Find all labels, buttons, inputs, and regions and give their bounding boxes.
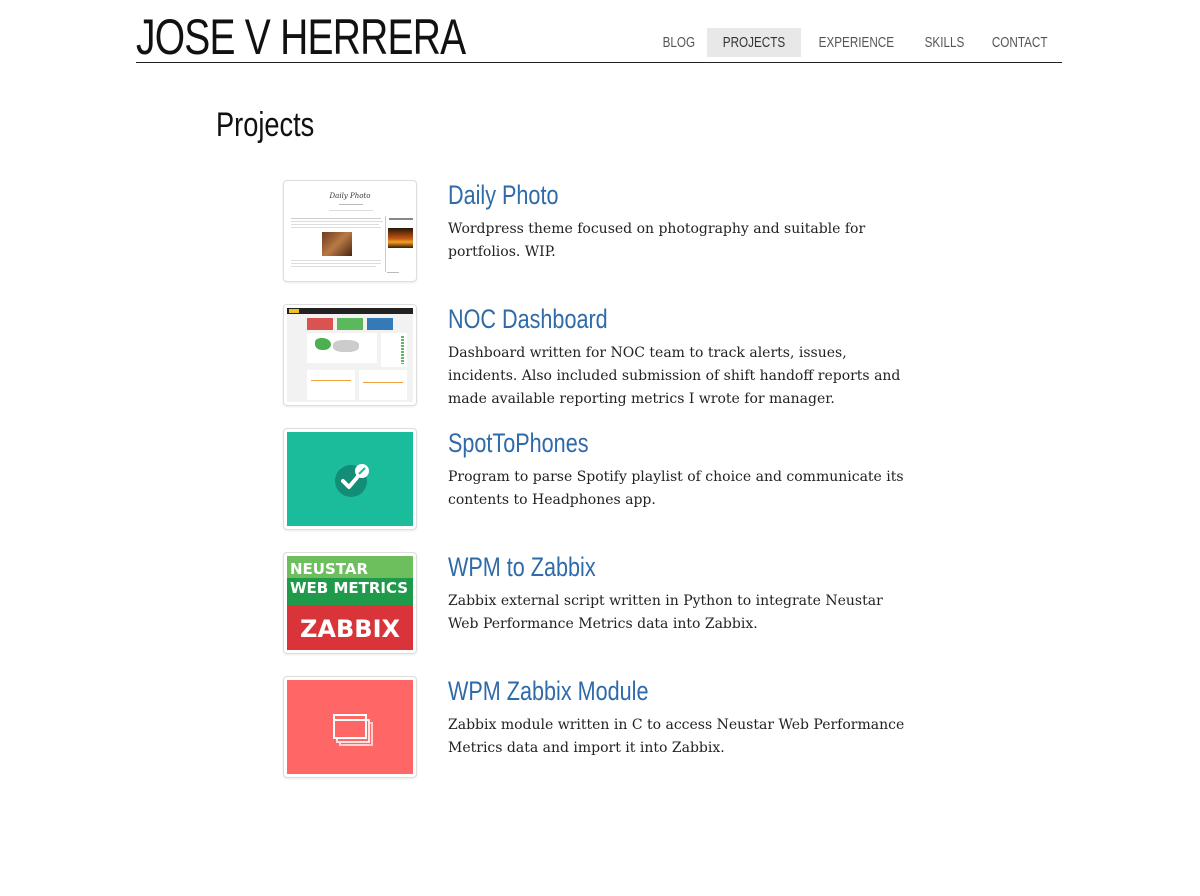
windows-stack-icon	[333, 714, 373, 746]
nav-blog[interactable]: BLOG	[651, 28, 707, 57]
project-title[interactable]: WPM to Zabbix	[448, 552, 596, 583]
project-title[interactable]: NOC Dashboard	[448, 304, 608, 335]
site-title[interactable]: JOSE V HERRERA	[136, 10, 466, 64]
site-header: JOSE V HERRERA BLOG PROJECTS EXPERIENCE …	[136, 0, 1062, 64]
project-wpm-zabbix-module: WPM Zabbix Module Zabbix module written …	[283, 676, 923, 782]
nav-contact[interactable]: CONTACT	[977, 28, 1062, 57]
photo-sunset	[388, 228, 413, 248]
project-description: Program to parse Spotify playlist of cho…	[448, 469, 904, 508]
nav-experience[interactable]: EXPERIENCE	[801, 28, 912, 57]
project-description: Dashboard written for NOC team to track …	[448, 345, 901, 407]
project-thumbnail[interactable]	[283, 428, 417, 530]
project-thumbnail[interactable]: NEUSTAR WEB METRICS ZABBIX	[283, 552, 417, 654]
page-title: Projects	[216, 106, 315, 144]
check-edit-icon	[335, 464, 369, 497]
thumbnail-heading: Daily Photo	[329, 192, 371, 200]
neustar-zabbix-logo: NEUSTAR WEB METRICS ZABBIX	[287, 556, 413, 650]
project-description: Wordpress theme focused on photography a…	[448, 221, 866, 260]
photo-bread	[322, 232, 352, 256]
project-description: Zabbix external script written in Python…	[448, 593, 883, 632]
project-noc-dashboard: NOC Dashboard Dashboard written for NOC …	[283, 304, 923, 410]
thumbnail-background	[287, 432, 413, 526]
project-description: Zabbix module written in C to access Neu…	[448, 717, 905, 756]
logo-line-neustar: NEUSTAR	[290, 560, 369, 578]
nav-projects[interactable]: PROJECTS	[707, 28, 802, 57]
project-wpm-to-zabbix: NEUSTAR WEB METRICS ZABBIX WPM to Zabbix…	[283, 552, 923, 658]
thumbnail-background	[287, 680, 413, 774]
project-title[interactable]: WPM Zabbix Module	[448, 676, 648, 707]
project-title[interactable]: Daily Photo	[448, 180, 558, 211]
logo-line-web-metrics: WEB METRICS	[290, 579, 409, 597]
project-spottophones: SpotToPhones Program to parse Spotify pl…	[283, 428, 923, 534]
daily-photo-screenshot: Daily Photo	[287, 184, 413, 278]
project-thumbnail[interactable]	[283, 304, 417, 406]
project-title[interactable]: SpotToPhones	[448, 428, 589, 459]
main-nav: BLOG PROJECTS EXPERIENCE SKILLS CONTACT	[651, 28, 1062, 57]
logo-line-zabbix: ZABBIX	[300, 615, 400, 643]
project-thumbnail[interactable]: Daily Photo	[283, 180, 417, 282]
noc-dashboard-screenshot	[287, 308, 413, 402]
project-daily-photo: Daily Photo Daily Photo Wordpress theme …	[283, 180, 923, 286]
project-thumbnail[interactable]	[283, 676, 417, 778]
nav-skills[interactable]: SKILLS	[912, 28, 977, 57]
